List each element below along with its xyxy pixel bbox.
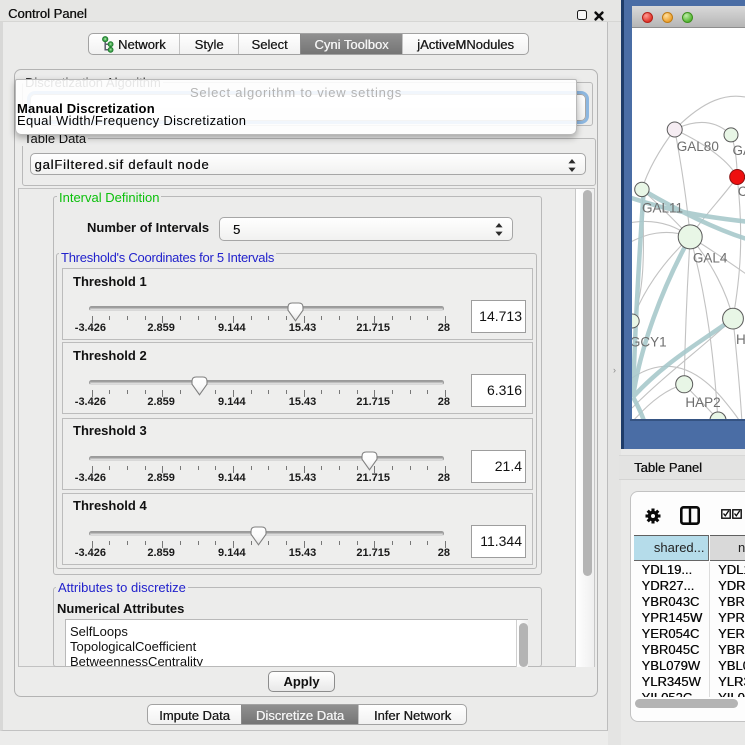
svg-text:GAL4: GAL4 [693, 250, 728, 265]
svg-text:C: C [738, 184, 745, 199]
svg-text:H: H [736, 332, 745, 347]
svg-text:GCY1: GCY1 [632, 334, 667, 349]
svg-text:GAL11: GAL11 [642, 201, 683, 216]
svg-text:GA: GA [733, 143, 745, 158]
svg-text:HAP2: HAP2 [685, 395, 720, 410]
svg-text:GAL80: GAL80 [677, 139, 719, 154]
